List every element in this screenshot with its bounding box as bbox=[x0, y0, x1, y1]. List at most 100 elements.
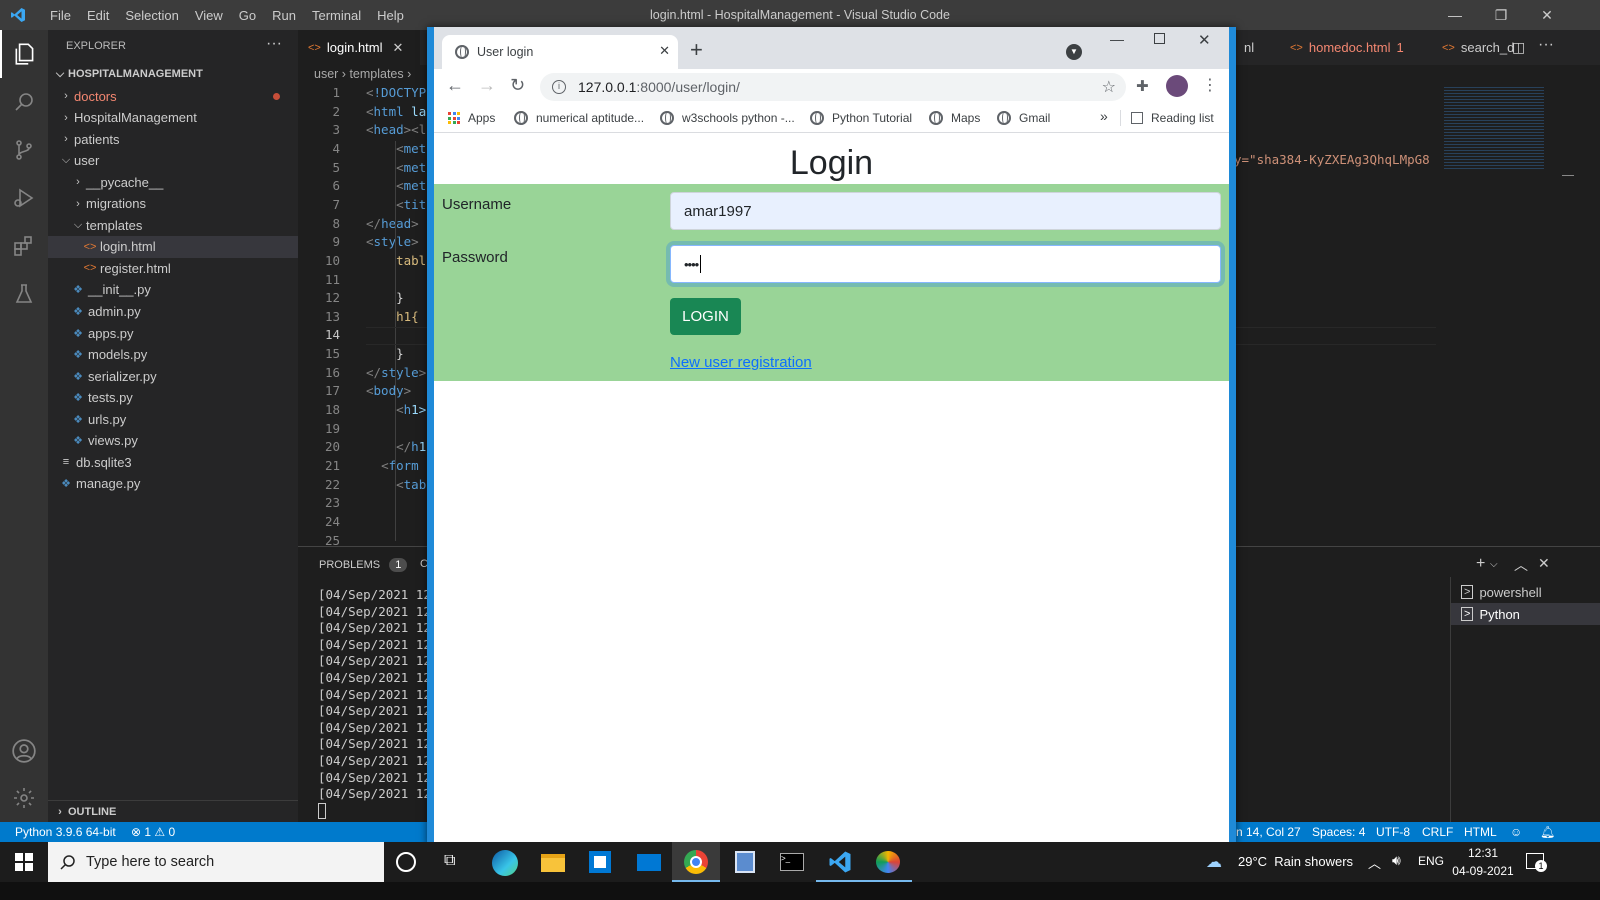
file-explorer-icon[interactable] bbox=[541, 854, 565, 872]
tree-item-admin-py[interactable]: ❖ admin.py bbox=[48, 301, 298, 323]
run-debug-activity-button[interactable] bbox=[0, 174, 48, 222]
chrome-maximize-button[interactable] bbox=[1154, 33, 1165, 44]
tree-item-serializer-py[interactable]: ❖ serializer.py bbox=[48, 365, 298, 387]
info-icon[interactable]: i bbox=[552, 80, 566, 94]
minimap[interactable] bbox=[1436, 85, 1562, 546]
explorer-more-button[interactable]: ··· bbox=[266, 35, 282, 53]
tab-search[interactable]: <> search_d bbox=[1432, 30, 1524, 65]
new-terminal-icon[interactable]: + bbox=[1476, 555, 1485, 573]
star-icon[interactable]: ☆ bbox=[1102, 77, 1116, 97]
extensions-activity-button[interactable] bbox=[0, 222, 48, 270]
pictures-icon[interactable] bbox=[735, 851, 755, 873]
reload-button[interactable]: ↻ bbox=[510, 75, 525, 96]
menu-selection[interactable]: Selection bbox=[117, 8, 186, 23]
cursor-position[interactable]: n 14, Col 27 bbox=[1236, 825, 1301, 839]
paint-taskbar-button[interactable] bbox=[864, 842, 912, 882]
tree-item-pycache[interactable]: › __pycache__ bbox=[48, 171, 298, 193]
clock-time[interactable]: 12:31 bbox=[1452, 846, 1514, 860]
profile-avatar[interactable] bbox=[1166, 75, 1188, 97]
tree-item-init-py[interactable]: ❖ __init__.py bbox=[48, 279, 298, 301]
edge-icon[interactable] bbox=[492, 850, 518, 876]
tree-item-login-html[interactable]: <> login.html bbox=[48, 235, 298, 258]
tree-item-patients[interactable]: › patients bbox=[48, 128, 298, 150]
close-panel-icon[interactable]: ✕ bbox=[1538, 555, 1550, 572]
close-tab-icon[interactable]: ✕ bbox=[659, 43, 670, 59]
clock-date[interactable]: 04-09-2021 bbox=[1452, 864, 1514, 878]
bookmark-maps[interactable]: Maps bbox=[929, 111, 980, 125]
tree-item-migrations[interactable]: › migrations bbox=[48, 193, 298, 215]
terminal-item-powershell[interactable]: > powershell bbox=[1451, 581, 1600, 603]
extensions-button[interactable]: ✚ bbox=[1136, 77, 1149, 95]
breadcrumb-templates[interactable]: templates bbox=[349, 67, 403, 81]
tree-item-tests-py[interactable]: ❖ tests.py bbox=[48, 387, 298, 409]
terminal-app-icon[interactable]: >_ bbox=[780, 853, 804, 871]
close-tab-icon[interactable]: ✕ bbox=[393, 40, 404, 56]
cortana-icon[interactable] bbox=[396, 852, 416, 872]
tab-homedoc[interactable]: <> homedoc.html 1 bbox=[1280, 30, 1414, 65]
end-of-line[interactable]: CRLF bbox=[1422, 825, 1453, 839]
chevron-up-icon[interactable]: ︿ bbox=[1368, 853, 1381, 872]
weather-text[interactable]: 29°C Rain showers bbox=[1238, 854, 1353, 869]
tree-item-urls-py[interactable]: ❖ urls.py bbox=[48, 408, 298, 430]
more-actions-icon[interactable]: ··· bbox=[1538, 36, 1554, 54]
menu-file[interactable]: File bbox=[42, 8, 79, 23]
split-editor-icon[interactable]: ◫ bbox=[1512, 39, 1525, 56]
terminal-item-python[interactable]: > Python bbox=[1451, 603, 1600, 625]
project-section-header[interactable]: ⌵ HOSPITALMANAGEMENT bbox=[48, 63, 298, 85]
bookmark-w3schools[interactable]: w3schools python -... bbox=[660, 111, 795, 125]
testing-activity-button[interactable] bbox=[0, 270, 48, 318]
tree-item-apps-py[interactable]: ❖ apps.py bbox=[48, 322, 298, 344]
tree-item-user[interactable]: ⌵ user bbox=[48, 150, 298, 172]
task-view-icon[interactable]: ⧉ bbox=[444, 852, 455, 870]
python-interpreter[interactable]: Python 3.9.6 64-bit bbox=[15, 825, 116, 839]
feedback-icon[interactable]: ☺ bbox=[1510, 825, 1522, 839]
new-tab-button[interactable]: + bbox=[690, 37, 703, 63]
source-control-activity-button[interactable] bbox=[0, 126, 48, 174]
language-indicator[interactable]: ENG bbox=[1418, 854, 1444, 868]
chrome-close-button[interactable]: ✕ bbox=[1198, 31, 1211, 49]
tab-problems[interactable]: PROBLEMS 1 bbox=[319, 558, 408, 572]
password-input[interactable]: •••• bbox=[670, 245, 1221, 283]
bookmark-gmail[interactable]: Gmail bbox=[997, 111, 1050, 125]
login-button[interactable]: LOGIN bbox=[670, 298, 741, 335]
chrome-taskbar-button[interactable] bbox=[672, 842, 720, 882]
chevron-down-icon[interactable]: ⌵ bbox=[1490, 559, 1498, 570]
bookmark-python-tutorial[interactable]: Python Tutorial bbox=[810, 111, 912, 125]
explorer-activity-button[interactable] bbox=[0, 30, 48, 78]
tree-item-views-py[interactable]: ❖ views.py bbox=[48, 430, 298, 452]
chrome-minimize-button[interactable]: — bbox=[1110, 31, 1124, 47]
reading-list-button[interactable]: Reading list bbox=[1131, 111, 1214, 125]
indentation[interactable]: Spaces: 4 bbox=[1312, 825, 1365, 839]
problems-status[interactable]: ⊗ 1 ⚠ 0 bbox=[131, 825, 175, 839]
tree-item-hospitalmanagement[interactable]: › HospitalManagement bbox=[48, 107, 298, 129]
minimize-button[interactable]: — bbox=[1432, 0, 1478, 30]
accounts-activity-button[interactable] bbox=[0, 727, 48, 775]
register-link[interactable]: New user registration bbox=[670, 354, 812, 371]
browser-tab[interactable]: User login ✕ bbox=[442, 35, 678, 69]
outline-section-header[interactable]: › OUTLINE bbox=[48, 800, 298, 822]
menu-terminal[interactable]: Terminal bbox=[304, 8, 369, 23]
bookmark-apps[interactable]: Apps bbox=[448, 111, 495, 125]
volume-icon[interactable]: 🔊︎ bbox=[1392, 852, 1401, 869]
menu-view[interactable]: View bbox=[187, 8, 231, 23]
menu-edit[interactable]: Edit bbox=[79, 8, 117, 23]
start-button[interactable] bbox=[0, 842, 48, 882]
menu-help[interactable]: Help bbox=[369, 8, 412, 23]
tree-item-templates[interactable]: ⌵ templates bbox=[48, 214, 298, 236]
tree-item-manage-py[interactable]: ❖ manage.py bbox=[48, 473, 298, 495]
tab-partial[interactable]: nl bbox=[1234, 30, 1264, 65]
tree-item-register-html[interactable]: <> register.html bbox=[48, 257, 298, 279]
mail-icon[interactable] bbox=[637, 854, 661, 871]
weather-icon[interactable]: ☁ bbox=[1206, 852, 1222, 872]
address-bar[interactable]: i 127.0.0.1:8000/user/login/ ☆ bbox=[540, 73, 1126, 101]
notifications-icon[interactable]: 1 bbox=[1526, 853, 1547, 872]
search-activity-button[interactable] bbox=[0, 78, 48, 126]
username-input[interactable]: amar1997 bbox=[670, 192, 1221, 230]
restore-button[interactable]: ❐ bbox=[1478, 0, 1524, 30]
tree-item-models-py[interactable]: ❖ models.py bbox=[48, 344, 298, 366]
tree-item-doctors[interactable]: › doctors bbox=[48, 85, 298, 107]
back-button[interactable]: ← bbox=[446, 75, 464, 96]
store-icon[interactable] bbox=[589, 851, 611, 873]
breadcrumb-user[interactable]: user bbox=[314, 67, 338, 81]
tree-item-db-sqlite3[interactable]: ≡ db.sqlite3 bbox=[48, 451, 298, 473]
